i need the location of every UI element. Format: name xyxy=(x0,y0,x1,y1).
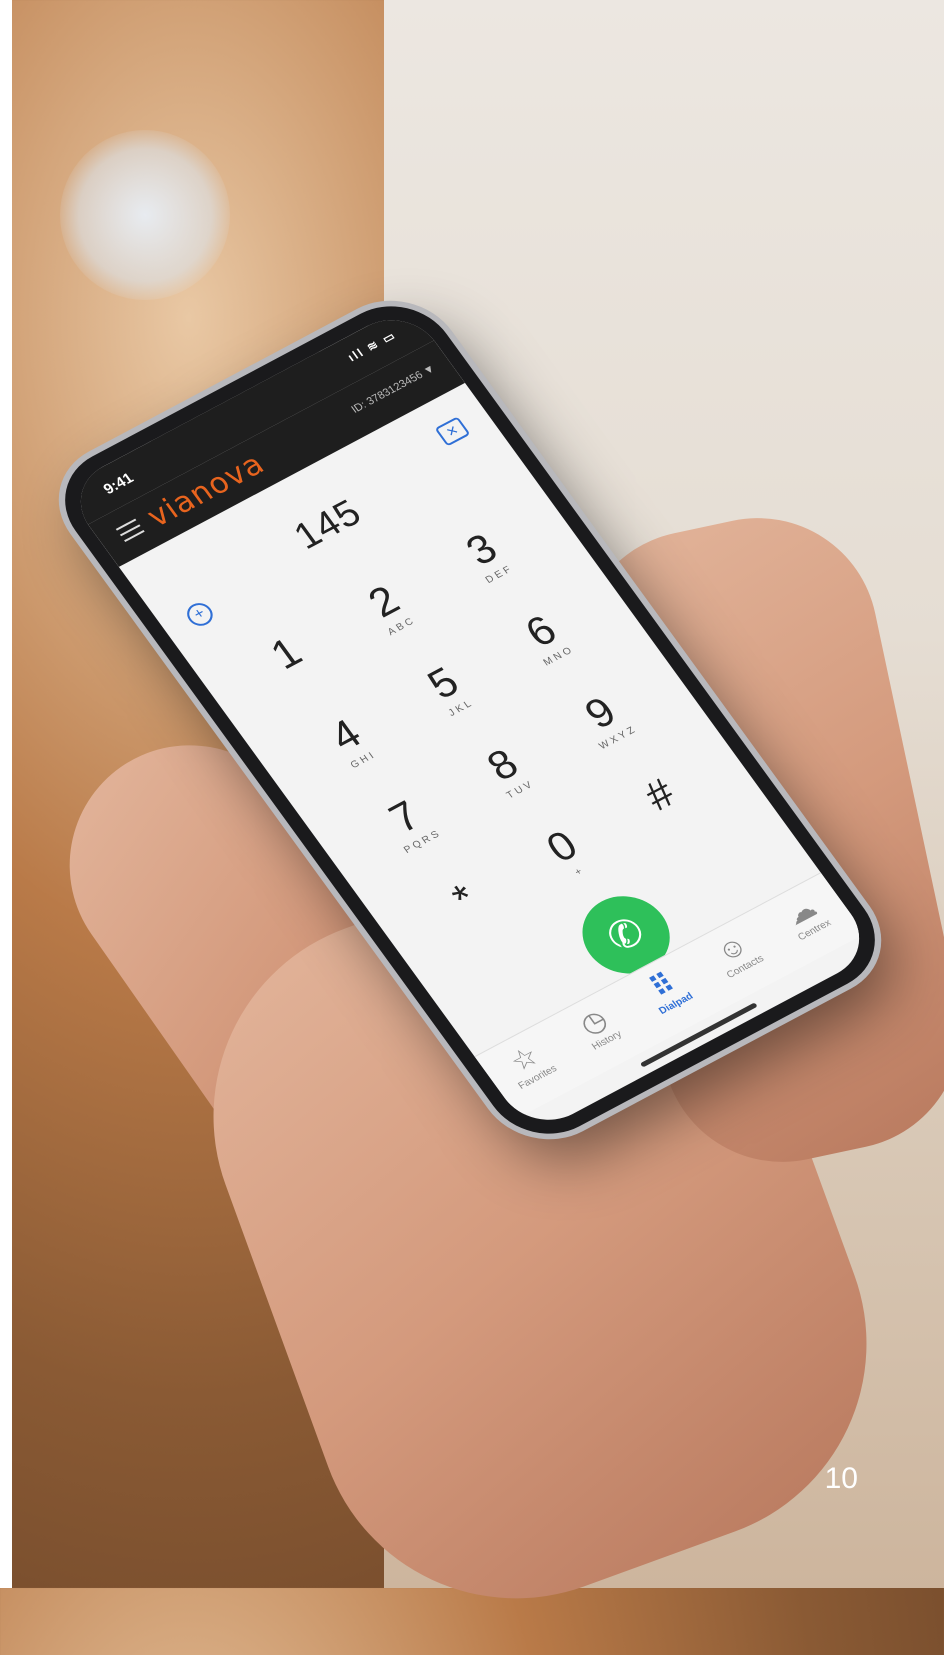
phone-mockup: 9:41 ıll ≋ ▭ vianova ID: 3783123456 ▼ + … xyxy=(41,240,899,1154)
hamburger-menu-icon[interactable] xyxy=(115,518,148,546)
phone-icon: ✆ xyxy=(598,909,654,961)
status-time: 9:41 xyxy=(100,469,137,498)
phone-screen: 9:41 ıll ≋ ▭ vianova ID: 3783123456 ▼ + … xyxy=(61,304,879,1136)
status-icons: ıll ≋ ▭ xyxy=(345,328,400,365)
page-number: 10 xyxy=(824,1462,858,1495)
page-left-edge xyxy=(0,0,12,1588)
phone-frame: 9:41 ıll ≋ ▭ vianova ID: 3783123456 ▼ + … xyxy=(41,286,899,1154)
